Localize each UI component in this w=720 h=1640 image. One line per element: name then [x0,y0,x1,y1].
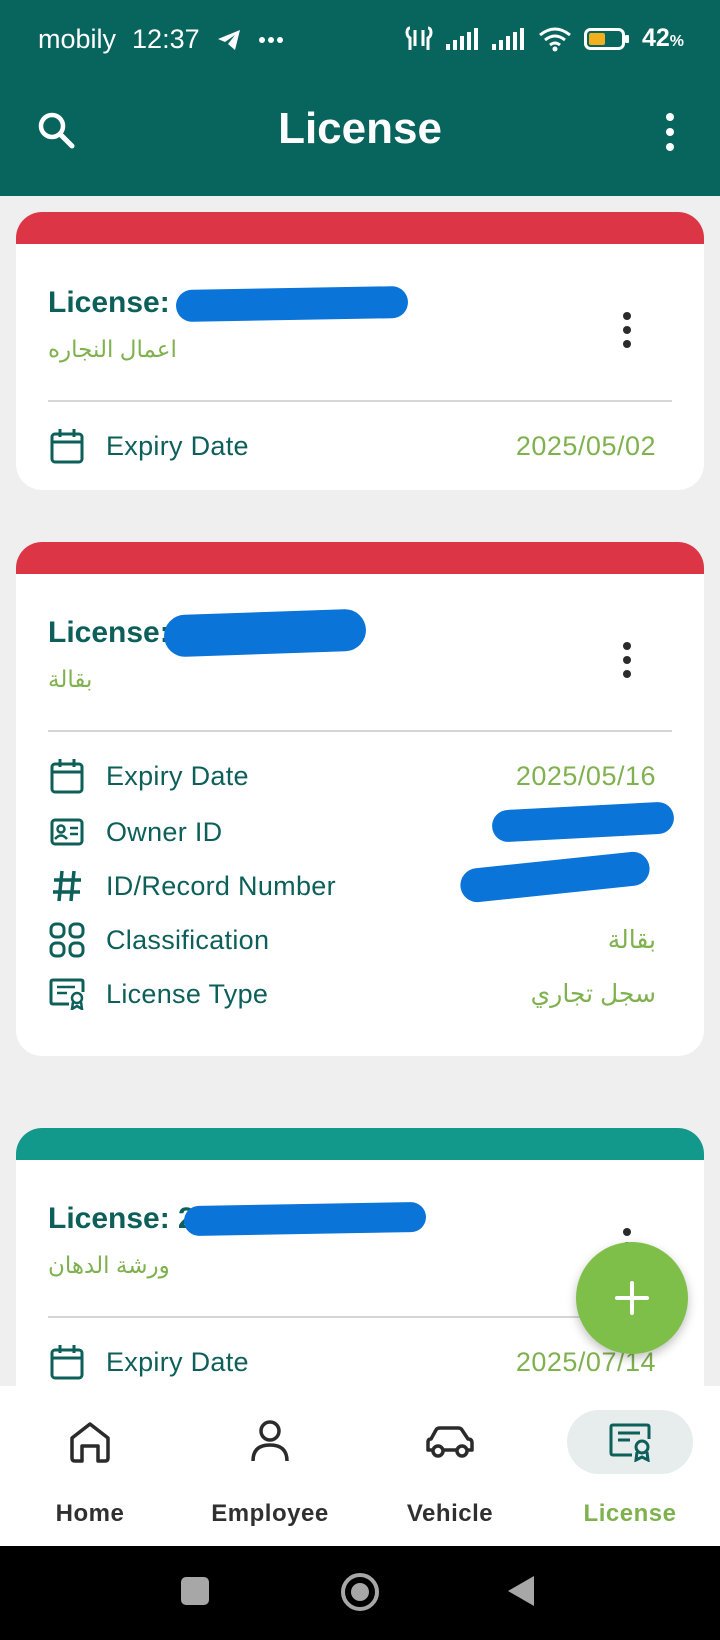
more-vert-icon[interactable] [664,112,676,152]
id-card-icon [48,813,86,851]
classification-value: بقالة [607,926,656,954]
status-bar: mobily 12:37 42% [0,0,720,82]
more-notifications-icon [258,36,284,44]
nav-license[interactable]: License [540,1386,720,1546]
license-activity: ورشة الدهان [48,1252,170,1278]
classification-row: Classification بقالة [48,918,656,962]
nav-home-label: Home [55,1500,125,1527]
clock: 12:37 [132,24,200,54]
plus-icon [615,1281,649,1315]
status-band [16,212,704,244]
home-icon [27,1410,153,1474]
nav-vehicle-label: Vehicle [406,1500,494,1527]
telegram-icon [216,28,242,52]
battery-level: 42% [641,24,684,52]
expiry-label: Expiry Date [106,1346,249,1377]
expiry-label: Expiry Date [106,760,249,791]
redaction-mark [175,285,409,323]
expiry-value: 2025/05/02 [515,430,656,461]
expiry-row: Expiry Date 2025/05/02 [48,424,656,468]
recent-apps-icon[interactable] [180,1576,210,1606]
calendar-icon [48,427,86,465]
divider [48,730,672,732]
license-card[interactable]: License: 7 بقالة Expiry Date 2025/05/16 … [16,542,704,1056]
calendar-icon [48,1343,86,1381]
status-band [16,1128,704,1160]
grid-icon [48,921,86,959]
signal-icon-2 [491,27,526,50]
divider [48,400,672,402]
hash-icon [48,867,86,905]
license-type-value: سجل تجاري [530,980,656,1008]
bottom-navigation: Home Employee Vehicle License [0,1386,720,1546]
card-more-icon[interactable] [622,312,632,348]
card-more-icon[interactable] [622,642,632,678]
app-bar: License [0,82,720,196]
certificate-icon [48,975,86,1013]
nav-vehicle[interactable]: Vehicle [360,1386,540,1546]
wifi-icon [538,26,572,52]
expiry-row: Expiry Date 2025/05/16 [48,754,656,798]
nav-home[interactable]: Home [0,1386,180,1546]
calendar-icon [48,757,86,795]
license-type-label: License Type [106,978,269,1009]
license-number: License: 2 [48,1202,195,1235]
page-title: License [278,104,442,153]
expiry-label: Expiry Date [106,430,249,461]
home-circle-icon[interactable] [340,1572,380,1612]
license-card[interactable]: License: 4 اعمال النجاره Expiry Date 202… [16,212,704,490]
classification-label: Classification [106,924,270,955]
nav-license-label: License [583,1500,677,1527]
status-band [16,542,704,574]
redaction-mark [163,608,367,658]
add-license-button[interactable] [576,1242,688,1354]
license-icon [567,1410,693,1474]
redaction-mark [183,1201,427,1237]
signal-icon [445,27,480,50]
nav-employee-label: Employee [211,1500,329,1527]
back-icon[interactable] [506,1574,536,1608]
expiry-value: 2025/05/16 [515,760,656,791]
license-activity: بقالة [48,666,93,692]
vibrate-icon [404,26,434,52]
nav-employee[interactable]: Employee [180,1386,360,1546]
license-type-row: License Type سجل تجاري [48,972,656,1016]
system-navigation-bar [0,1546,720,1640]
carrier-name: mobily [38,24,117,54]
person-icon [207,1410,333,1474]
license-list: License: 4 اعمال النجاره Expiry Date 202… [0,196,720,1386]
battery-icon [583,27,630,51]
expiry-row: Expiry Date 2025/07/14 [48,1340,656,1384]
car-icon [387,1410,513,1474]
license-activity: اعمال النجاره [48,336,177,362]
license-number: License: 4 [48,286,195,319]
